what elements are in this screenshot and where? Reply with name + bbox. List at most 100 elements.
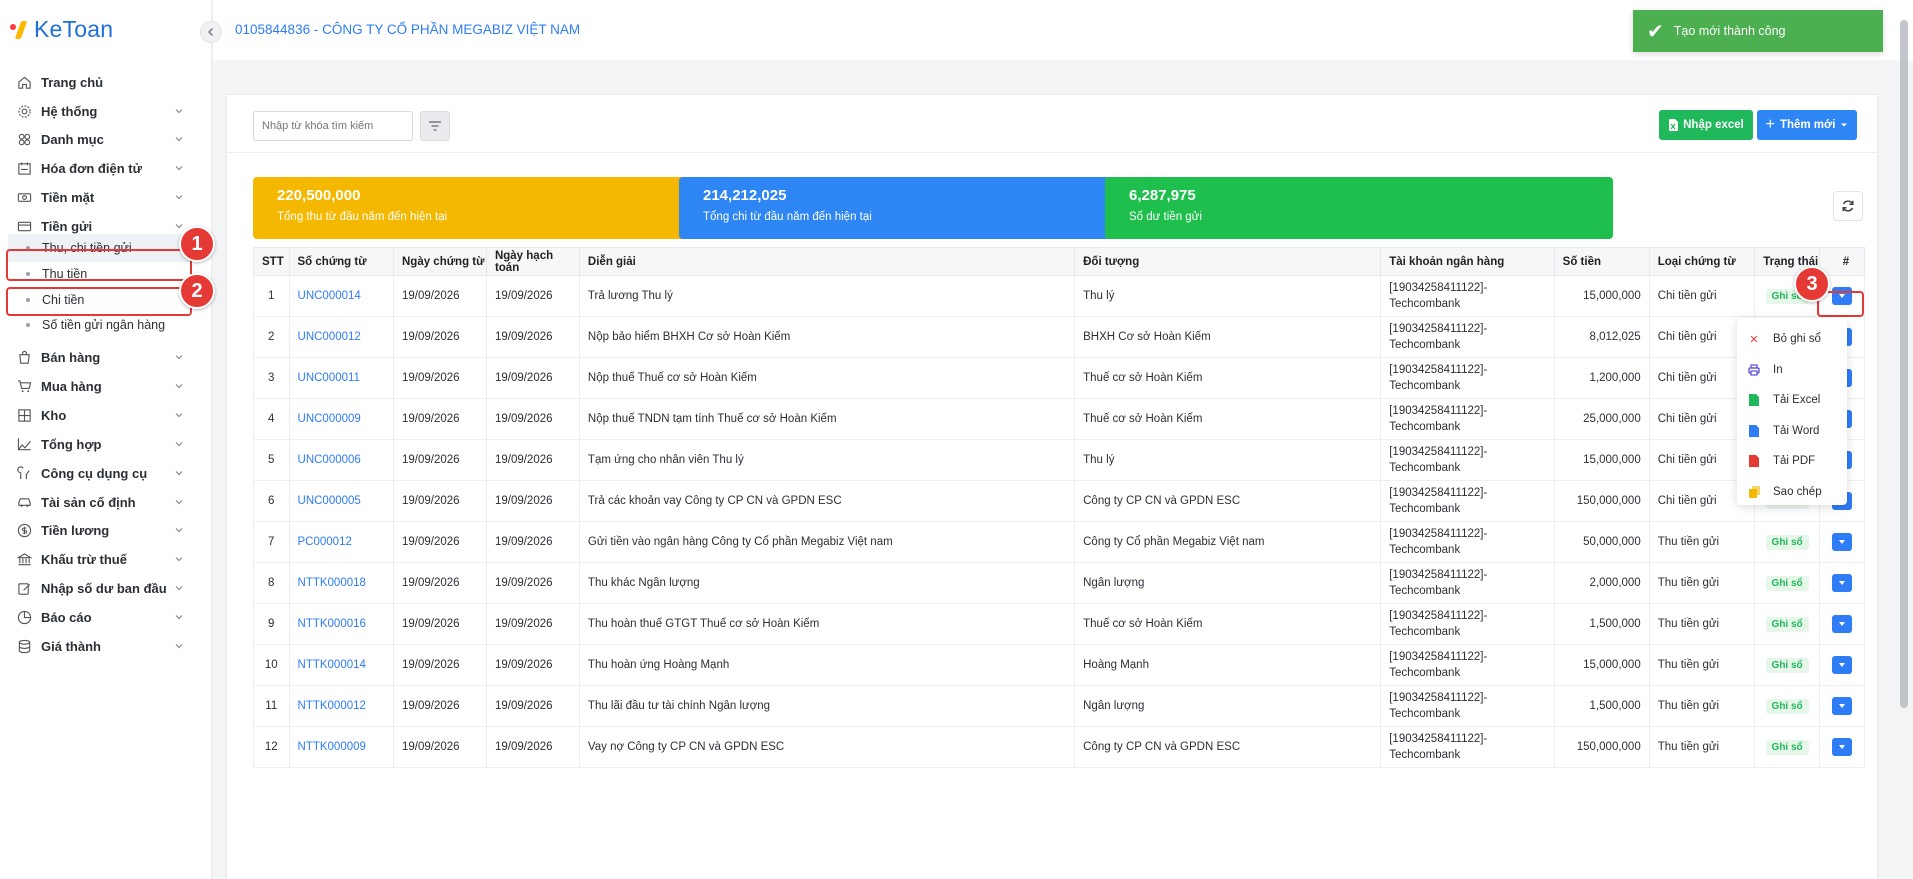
sidebar-item-4[interactable]: Tiền mặt (8, 181, 192, 213)
cell-dien-giai: Thu khác Ngân lượng (578, 562, 1076, 604)
voucher-link[interactable]: NTTK000016 (288, 603, 394, 645)
bank-account: [19034258411122]- (1389, 487, 1488, 499)
column-header[interactable]: Loại chứng từ (1648, 247, 1756, 276)
sidebar-item-14[interactable]: Nhập số dư ban đầu (8, 572, 192, 604)
dropdown-item-5[interactable]: Sao chép (1737, 477, 1847, 508)
cell-tai-khoan: [19034258411122]- Techcombank (1380, 439, 1555, 481)
sidebar-item-9[interactable]: Tổng hợp (8, 428, 192, 460)
voucher-link[interactable]: UNC000006 (288, 439, 394, 481)
cell-tai-khoan: [19034258411122]- Techcombank (1380, 685, 1555, 727)
dropdown-item-4[interactable]: Tải PDF (1737, 446, 1847, 477)
sidebar-item-2[interactable]: Danh mục (8, 123, 192, 155)
dropdown-item-0[interactable]: ✕ Bỏ ghi sổ (1737, 324, 1847, 355)
table-row[interactable]: 8 NTTK000018 19/09/2026 19/09/2026 Thu khác … (253, 562, 1865, 604)
cell-so-tien: 150,000,000 (1553, 726, 1650, 768)
table-row[interactable]: 5 UNC000006 19/09/2026 19/09/2026 Tạm ứng ch… (253, 439, 1865, 481)
sidebar-item-6[interactable]: Bán hàng (8, 341, 192, 373)
cell-dien-giai: Nộp bảo hiểm BHXH Cơ sở Hoàn Kiếm (578, 316, 1076, 358)
column-header[interactable]: Ngày hạch toán (485, 247, 580, 276)
column-header[interactable]: Đối tượng (1074, 247, 1382, 276)
voucher-link[interactable]: NTTK000009 (288, 726, 394, 768)
sidebar-item-15[interactable]: Báo cáo (8, 601, 192, 633)
sidebar-item-7[interactable]: Mua hàng (8, 370, 192, 402)
tools-icon (16, 465, 32, 481)
table-row[interactable]: 12 NTTK000009 19/09/2026 19/09/2026 Vay nợ C… (253, 726, 1865, 768)
voucher-link[interactable]: NTTK000014 (288, 644, 394, 686)
table-row[interactable]: 7 PC000012 19/09/2026 19/09/2026 Gửi tiền và… (253, 521, 1865, 563)
voucher-link[interactable]: UNC000014 (288, 275, 394, 317)
column-header[interactable]: # (1819, 247, 1865, 276)
sidebar-item-12[interactable]: Tiền lương (8, 514, 192, 546)
cell-tai-khoan: [19034258411122]- Techcombank (1380, 726, 1555, 768)
row-action-dropdown-button[interactable] (1832, 615, 1852, 633)
cart-icon (16, 378, 32, 394)
table-row[interactable]: 1 UNC000014 19/09/2026 19/09/2026 Trả lương … (253, 275, 1865, 317)
status-badge: Ghi sổ (1765, 534, 1809, 550)
status-badge: Ghi sổ (1765, 575, 1809, 591)
cell-stt: 11 (253, 685, 290, 727)
cell-loai-chung-tu: Chi tiền gửi (1648, 275, 1756, 317)
cell-stt: 10 (253, 644, 290, 686)
cell-stt: 6 (253, 480, 290, 522)
filter-button[interactable] (420, 111, 450, 141)
column-header[interactable]: STT (253, 247, 290, 276)
table-row[interactable]: 3 UNC000011 19/09/2026 19/09/2026 Nộp thuế T… (253, 357, 1865, 399)
collapse-sidebar-button[interactable] (200, 21, 222, 43)
search-input[interactable] (253, 111, 413, 141)
stat-value: 220,500,000 (277, 187, 361, 204)
bank-account: [19034258411122]- (1389, 282, 1488, 294)
close-icon: ✕ (1749, 333, 1759, 346)
sidebar-item-3[interactable]: Hóa đơn điện tử (8, 152, 192, 184)
table-row[interactable]: 4 UNC000009 19/09/2026 19/09/2026 Nộp thuế T… (253, 398, 1865, 440)
status-badge: Ghi sổ (1765, 657, 1809, 673)
table-row[interactable]: 10 NTTK000014 19/09/2026 19/09/2026 Thu hoàn… (253, 644, 1865, 686)
sidebar-item-8[interactable]: Kho (8, 399, 192, 431)
row-action-dropdown-button[interactable] (1832, 533, 1852, 551)
table-row[interactable]: 9 NTTK000016 19/09/2026 19/09/2026 Thu hoàn … (253, 603, 1865, 645)
row-action-dropdown-button[interactable] (1832, 738, 1852, 756)
refresh-button[interactable] (1833, 191, 1863, 221)
cell-actions (1819, 685, 1865, 727)
voucher-link[interactable]: NTTK000012 (288, 685, 394, 727)
table-row[interactable]: 2 UNC000012 19/09/2026 19/09/2026 Nộp bảo hi… (253, 316, 1865, 358)
voucher-link[interactable]: NTTK000018 (288, 562, 394, 604)
sidebar-item-label: Hệ thống (41, 103, 98, 119)
sidebar-item-13[interactable]: Khấu trừ thuế (8, 543, 192, 575)
column-header[interactable]: Tài khoản ngân hàng (1380, 247, 1555, 276)
table-row[interactable]: 11 NTTK000012 19/09/2026 19/09/2026 Thu lãi … (253, 685, 1865, 727)
voucher-link[interactable]: PC000012 (288, 521, 394, 563)
dropdown-item-1[interactable]: In (1737, 355, 1847, 386)
cell-so-tien: 25,000,000 (1553, 398, 1650, 440)
brand-logo[interactable]: KeToan (10, 14, 113, 44)
add-new-button[interactable]: + Thêm mới (1757, 110, 1857, 140)
grid-icon (16, 131, 32, 147)
home-icon (16, 74, 32, 90)
row-action-dropdown-button[interactable] (1832, 574, 1852, 592)
column-header[interactable]: Số tiền (1553, 247, 1650, 276)
dropdown-item-2[interactable]: Tải Excel (1737, 385, 1847, 416)
column-header[interactable]: Diễn giải (578, 247, 1076, 276)
cell-dien-giai: Thu hoàn thuế GTGT Thuế cơ sở Hoàn Kiếm (578, 603, 1076, 645)
sidebar-item-label: Tiền mặt (41, 189, 95, 205)
cell-ngay-hach-toan: 19/09/2026 (485, 644, 580, 686)
company-name[interactable]: 0105844836 - CÔNG TY CỔ PHẦN MEGABIZ VIỆ… (235, 22, 580, 37)
table-row[interactable]: 6 UNC000005 19/09/2026 19/09/2026 Trả các kh… (253, 480, 1865, 522)
page-scrollbar[interactable] (1900, 20, 1908, 708)
voucher-link[interactable]: UNC000009 (288, 398, 394, 440)
sidebar-item-16[interactable]: Giá thành (8, 630, 192, 662)
sidebar-item-10[interactable]: Công cụ dụng cụ (8, 457, 192, 489)
row-action-dropdown-button[interactable] (1832, 697, 1852, 715)
import-excel-button[interactable]: Nhập excel (1659, 110, 1753, 140)
column-header[interactable]: Số chứng từ (288, 247, 394, 276)
cell-stt: 4 (253, 398, 290, 440)
chevron-down-icon (175, 615, 183, 620)
cell-so-tien: 15,000,000 (1553, 275, 1650, 317)
voucher-link[interactable]: UNC000005 (288, 480, 394, 522)
sidebar-item-label: Bán hàng (41, 349, 101, 365)
voucher-link[interactable]: UNC000012 (288, 316, 394, 358)
column-header[interactable]: Ngày chứng từ (392, 247, 487, 276)
row-action-dropdown-button[interactable] (1832, 656, 1852, 674)
dropdown-item-3[interactable]: Tải Word (1737, 416, 1847, 447)
sidebar-item-0[interactable]: Trang chủ (8, 66, 192, 98)
voucher-link[interactable]: UNC000011 (288, 357, 394, 399)
